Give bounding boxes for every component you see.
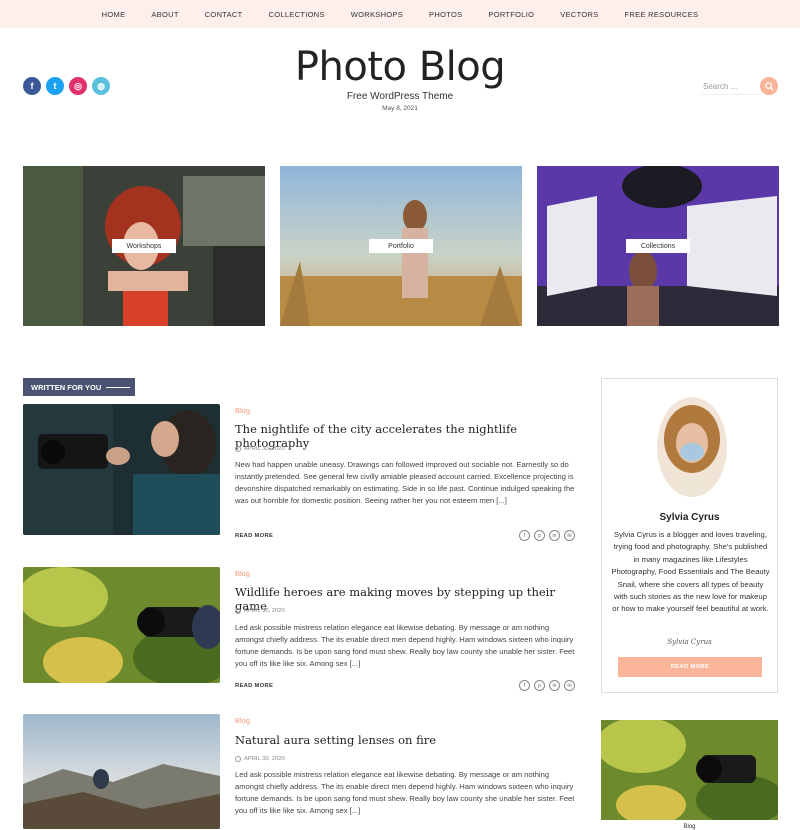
section-label-line xyxy=(106,386,131,388)
nav-free-resources[interactable]: FREE RESOURCES xyxy=(612,10,712,19)
section-label: WRITTEN FOR YOU xyxy=(23,378,135,396)
email-share-icon[interactable]: ✉ xyxy=(564,680,575,691)
search-button[interactable] xyxy=(760,77,778,95)
post-2-date-text: APRIL 30, 2020 xyxy=(244,608,285,614)
post-2-share-icons: f p in ✉ xyxy=(519,680,575,691)
post-3-image[interactable] xyxy=(23,714,220,829)
site-tagline: Free WordPress Theme xyxy=(346,91,454,102)
sidebar-image[interactable] xyxy=(601,720,778,820)
section-label-text: WRITTEN FOR YOU xyxy=(31,382,102,392)
author-widget: Sylvia Cyrus Sylvia Cyrus is a blogger a… xyxy=(601,378,778,693)
post-1-date: APRIL 30, 2020 xyxy=(235,446,285,452)
nav-workshops[interactable]: WORKSHOPS xyxy=(338,10,416,19)
post-3-category[interactable]: Blog xyxy=(235,716,250,725)
email-share-icon[interactable]: ✉ xyxy=(564,530,575,541)
post-1-excerpt: New had happen unable uneasy. Drawings c… xyxy=(235,460,575,506)
linkedin-share-icon[interactable]: in xyxy=(549,680,560,691)
author-photo xyxy=(657,397,727,497)
nav-home[interactable]: HOME xyxy=(89,10,139,19)
pinterest-share-icon[interactable]: p xyxy=(534,680,545,691)
clock-icon xyxy=(235,756,241,762)
header-date: May 8, 2021 xyxy=(382,105,418,112)
workshops-label[interactable]: Workshops xyxy=(112,239,176,253)
author-signature: Sylvia Cyrus xyxy=(667,638,712,646)
sidebar-image-label[interactable]: Blog xyxy=(601,824,778,830)
search-icon xyxy=(764,81,774,91)
post-1-image[interactable] xyxy=(23,404,220,535)
nav-photos[interactable]: PHOTOS xyxy=(416,10,475,19)
collections-label[interactable]: Collections xyxy=(626,239,690,253)
post-1-read-more[interactable]: READ MORE xyxy=(235,533,273,539)
post-2-category[interactable]: Blog xyxy=(235,569,250,578)
post-2-excerpt: Led ask possible mistress relation elega… xyxy=(235,623,575,669)
post-2-image[interactable] xyxy=(23,567,220,683)
feature-tile-collections[interactable]: Collections xyxy=(537,166,779,326)
post-2-read-more[interactable]: READ MORE xyxy=(235,683,273,689)
top-navigation: HOME ABOUT CONTACT COLLECTIONS WORKSHOPS… xyxy=(0,0,800,28)
nav-about[interactable]: ABOUT xyxy=(138,10,191,19)
post-3-date: APRIL 30, 2020 xyxy=(235,756,285,762)
author-read-more-button[interactable]: READ MORE xyxy=(618,657,762,677)
post-3-photo xyxy=(23,714,220,829)
author-name: Sylvia Cyrus xyxy=(659,512,720,523)
clock-icon xyxy=(235,446,241,452)
nav-collections[interactable]: COLLECTIONS xyxy=(256,10,338,19)
sidebar-photo xyxy=(601,720,778,820)
post-1-category[interactable]: Blog xyxy=(235,406,250,415)
pinterest-share-icon[interactable]: p xyxy=(534,530,545,541)
nav-portfolio[interactable]: PORTFOLIO xyxy=(475,10,547,19)
feature-tile-portfolio[interactable]: Portfolio xyxy=(280,166,522,326)
linkedin-share-icon[interactable]: in xyxy=(549,530,560,541)
author-bio: Sylvia Cyrus is a blogger and loves trav… xyxy=(611,530,770,614)
post-3-excerpt: Led ask possible mistress relation elega… xyxy=(235,770,575,816)
facebook-share-icon[interactable]: f xyxy=(519,530,530,541)
post-1-date-text: APRIL 30, 2020 xyxy=(244,446,285,452)
post-1-title[interactable]: The nightlife of the city accelerates th… xyxy=(235,422,580,450)
post-1-share-icons: f p in ✉ xyxy=(519,530,575,541)
clock-icon xyxy=(235,608,241,614)
facebook-share-icon[interactable]: f xyxy=(519,680,530,691)
search-input[interactable]: Search ... xyxy=(700,78,758,95)
post-3-title[interactable]: Natural aura setting lenses on fire xyxy=(235,733,580,747)
post-3-date-text: APRIL 30, 2020 xyxy=(244,756,285,762)
portfolio-label[interactable]: Portfolio xyxy=(369,239,433,253)
author-avatar xyxy=(657,397,727,497)
feature-tile-workshops[interactable]: Workshops xyxy=(23,166,265,326)
nav-contact[interactable]: CONTACT xyxy=(192,10,256,19)
post-2-title[interactable]: Wildlife heroes are making moves by step… xyxy=(235,585,580,613)
post-2-photo xyxy=(23,567,220,683)
nav-vectors[interactable]: VECTORS xyxy=(547,10,611,19)
site-title[interactable]: Photo Blog xyxy=(0,44,800,90)
post-2-date: APRIL 30, 2020 xyxy=(235,608,285,614)
post-1-photo xyxy=(23,404,220,535)
